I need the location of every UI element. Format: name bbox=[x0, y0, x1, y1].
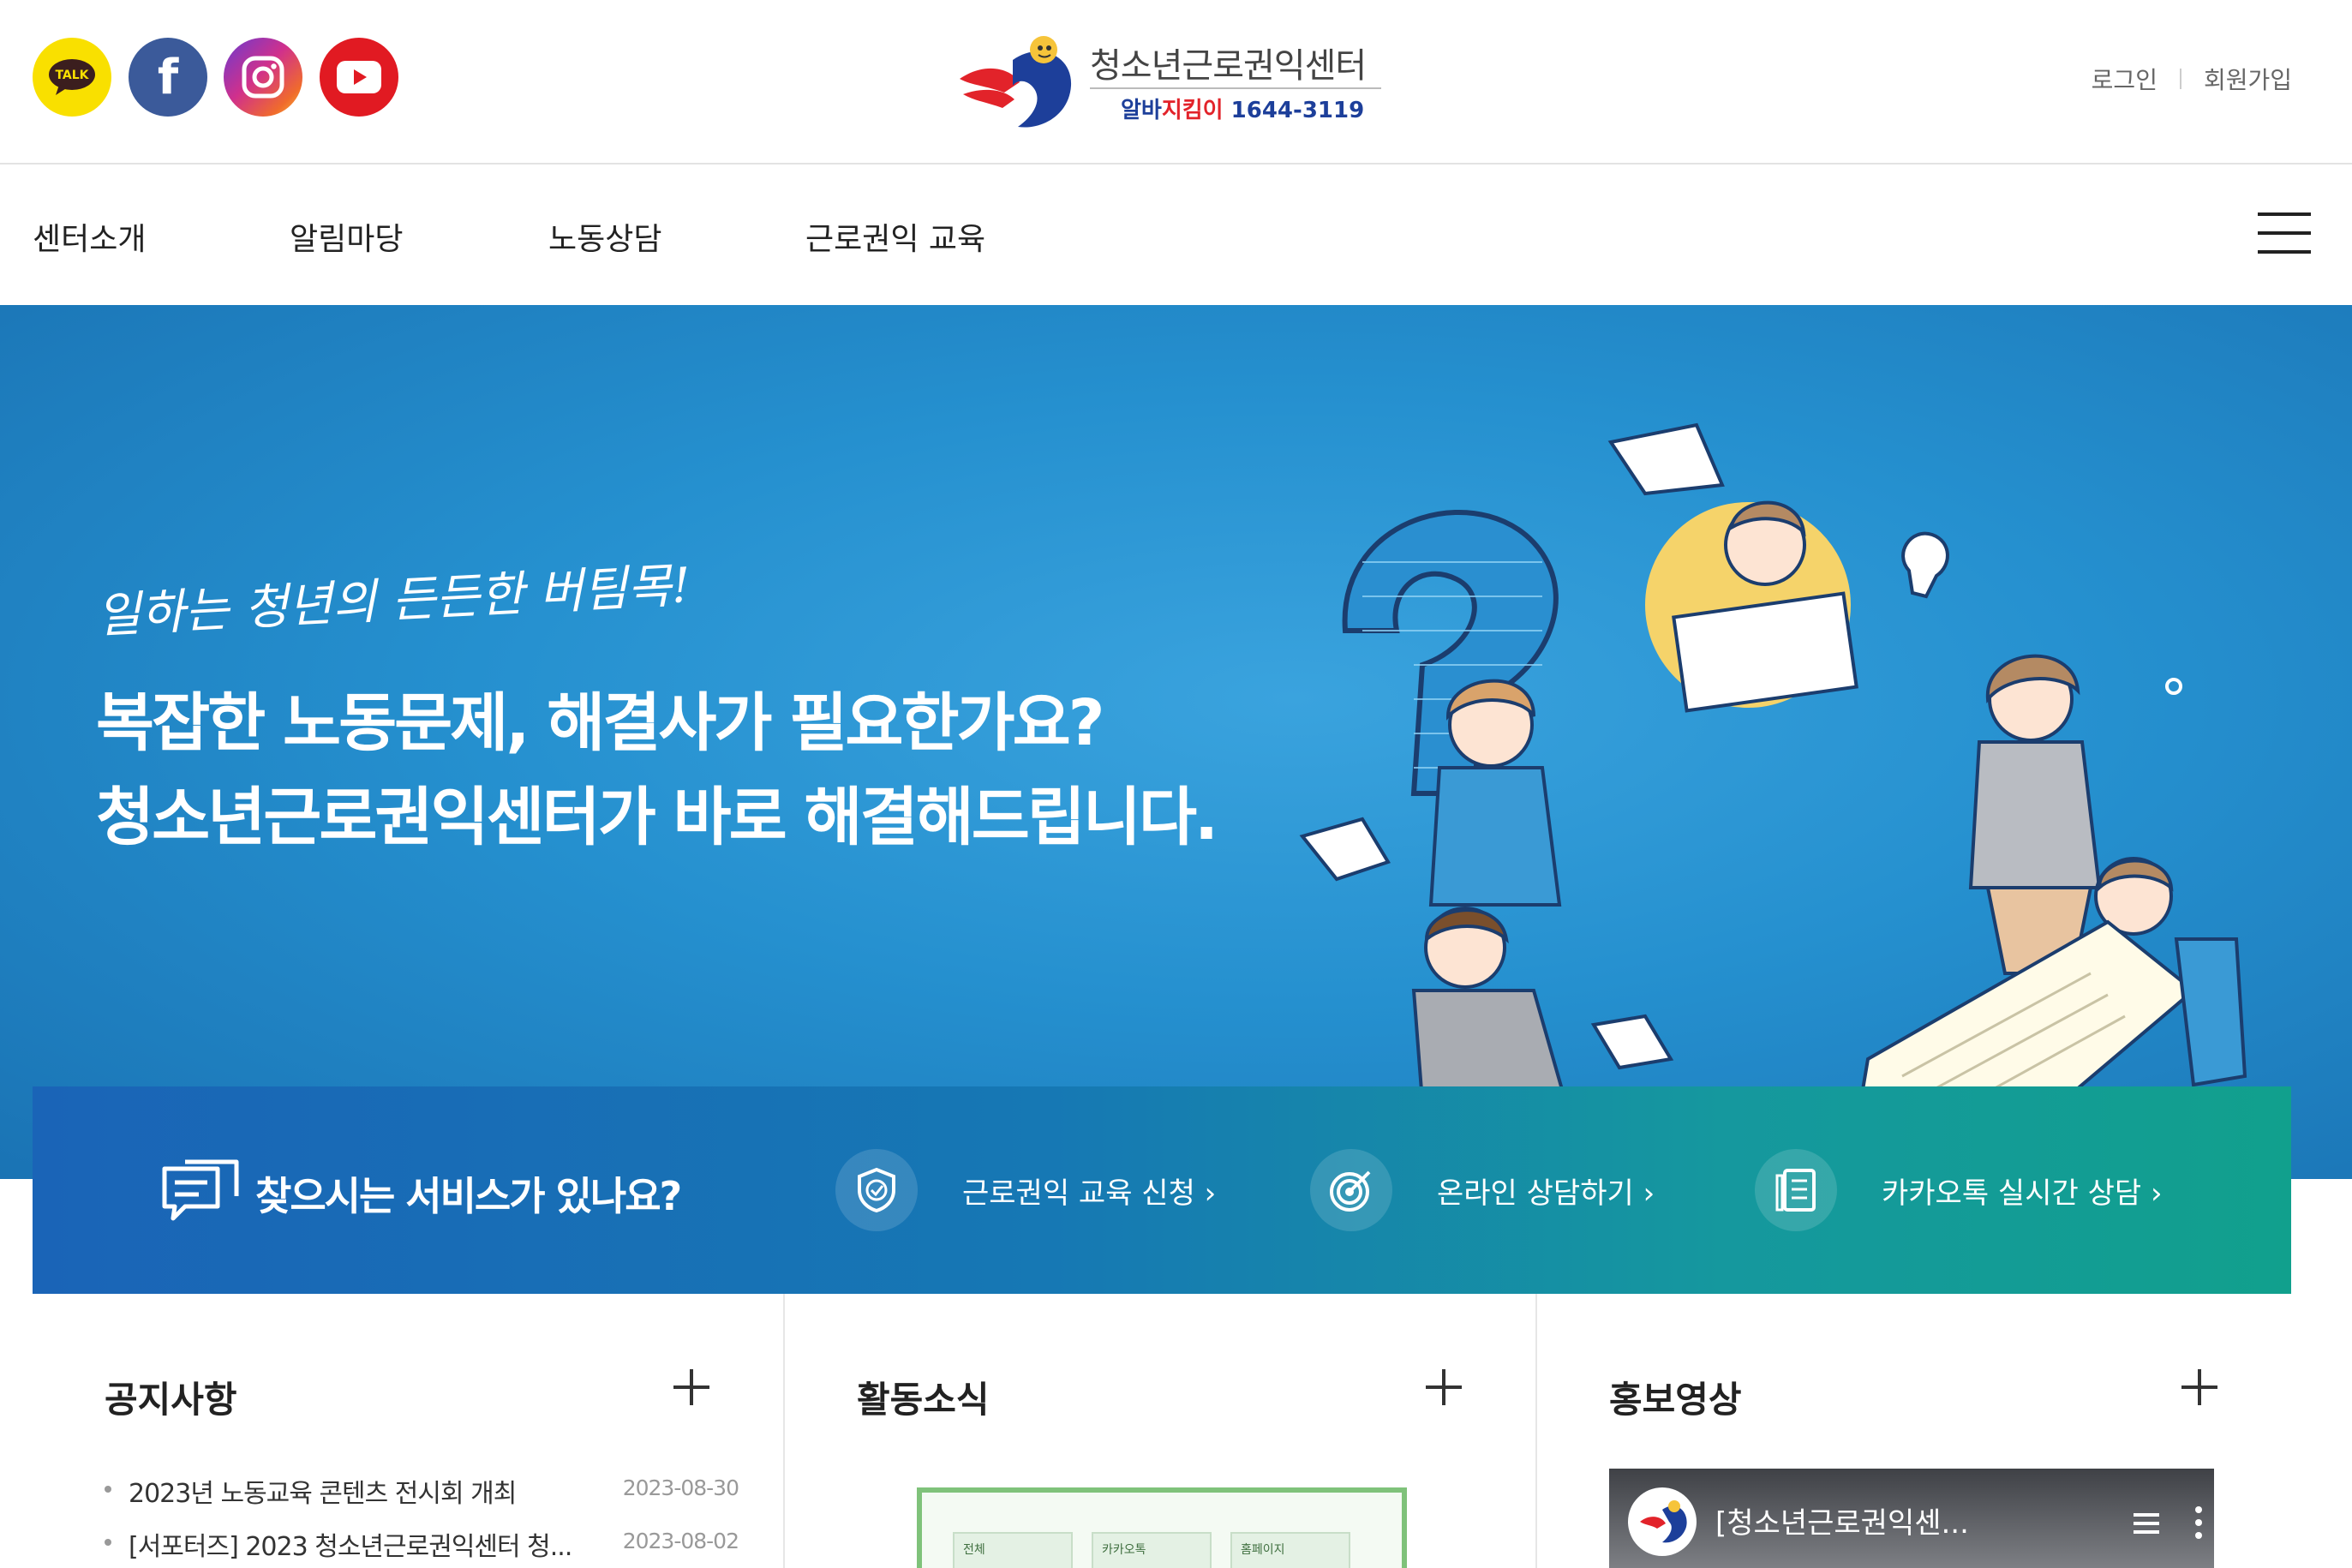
thumbnail-tab: 전체 bbox=[953, 1532, 1073, 1568]
promo-panel-title: 홍보영상 bbox=[1609, 1379, 1742, 1421]
hero-headline-line2: 청소년근로권익센터가 바로 해결해드립니다. bbox=[96, 781, 1218, 854]
kakao-live-consult-link[interactable]: 카카오톡 실시간 상담 › bbox=[1755, 1145, 2163, 1236]
auth-separator bbox=[2179, 69, 2181, 89]
instagram-icon[interactable] bbox=[224, 38, 302, 117]
bullet-icon bbox=[105, 1486, 111, 1493]
promo-more-plus-icon[interactable] bbox=[2181, 1369, 2217, 1405]
notice-item-date: 2023-08-02 bbox=[622, 1529, 739, 1553]
hero-tagline: 일하는 청년의 든든한 버팀목! bbox=[95, 557, 692, 645]
main-nav: 센터소개 알림마당 노동상담 근로권익 교육 bbox=[0, 165, 2352, 305]
logo-divider bbox=[1090, 87, 1381, 89]
kakao-live-consult-label: 카카오톡 실시간 상담 › bbox=[1882, 1176, 2163, 1211]
activity-more-plus-icon[interactable] bbox=[1426, 1369, 1462, 1405]
logo-mascot-icon bbox=[960, 36, 1072, 128]
content-panels: 공지사항 2023년 노동교육 콘텐츠 전시회 개최 2023-08-30 [서… bbox=[33, 1294, 2291, 1568]
logo-title: 청소년근로권익센터 bbox=[1090, 46, 1367, 86]
online-consult-link[interactable]: 온라인 상담하기 › bbox=[1310, 1145, 1655, 1236]
nav-item-notice-board[interactable]: 알림마당 bbox=[290, 214, 403, 259]
notice-panel-title: 공지사항 bbox=[105, 1379, 237, 1421]
site-header: TALK f 청소년근로권익센터 알바지킴이 1644-3119 로그인 회원가… bbox=[0, 0, 2352, 165]
nav-item-center-intro[interactable]: 센터소개 bbox=[33, 214, 146, 259]
logo-hotline: 알바지킴이 1644-3119 bbox=[1121, 98, 1365, 123]
nav-item-labor-consulting[interactable]: 노동상담 bbox=[548, 214, 661, 259]
education-apply-link[interactable]: 근로권익 교육 신청 › bbox=[835, 1145, 1216, 1236]
notice-item-title[interactable]: [서포터즈] 2023 청소년근로권익센터 청... bbox=[129, 1525, 572, 1563]
notice-panel: 공지사항 2023년 노동교육 콘텐츠 전시회 개최 2023-08-30 [서… bbox=[33, 1294, 785, 1568]
thumbnail-tab: 카카오톡 bbox=[1092, 1532, 1212, 1568]
list-item[interactable]: [서포터즈] 2023 청소년근로권익센터 청... 2023-08-02 bbox=[105, 1525, 739, 1562]
hamburger-menu-icon[interactable] bbox=[2258, 212, 2311, 254]
facebook-icon[interactable]: f bbox=[129, 38, 207, 117]
youtube-icon[interactable] bbox=[320, 38, 398, 117]
service-shortcut-bar: 찾으시는 서비스가 있나요? 근로권익 교육 신청 › 온라인 상담하기 › 카… bbox=[33, 1086, 2291, 1294]
svg-text:TALK: TALK bbox=[55, 69, 89, 82]
video-title: [청소년근로권익센... bbox=[1715, 1506, 1969, 1541]
activity-panel-title: 활동소식 bbox=[857, 1379, 990, 1421]
hero-illustration bbox=[1299, 422, 2247, 1179]
notice-item-date: 2023-08-30 bbox=[622, 1475, 739, 1500]
hero-headline-line1: 복잡한 노동문제, 해결사가 필요한가요? bbox=[96, 686, 1105, 760]
promo-video-thumbnail[interactable]: [청소년근로권익센... bbox=[1609, 1469, 2214, 1568]
bullet-icon bbox=[105, 1539, 111, 1546]
notice-more-plus-icon[interactable] bbox=[673, 1369, 709, 1405]
target-icon bbox=[1310, 1149, 1392, 1231]
notice-item-title[interactable]: 2023년 노동교육 콘텐츠 전시회 개최 bbox=[129, 1472, 517, 1510]
shield-check-icon bbox=[835, 1149, 918, 1231]
activity-news-panel: 활동소식 전체 카카오톡 홈페이지 bbox=[785, 1294, 1537, 1568]
list-item[interactable]: 2023년 노동교육 콘텐츠 전시회 개최 2023-08-30 bbox=[105, 1472, 739, 1509]
activity-news-thumbnail[interactable]: 전체 카카오톡 홈페이지 bbox=[917, 1487, 1407, 1568]
more-options-icon[interactable] bbox=[2195, 1506, 2204, 1541]
online-consult-label: 온라인 상담하기 › bbox=[1437, 1176, 1655, 1211]
thumbnail-tab: 홈페이지 bbox=[1230, 1532, 1350, 1568]
site-logo[interactable]: 청소년근로권익센터 알바지킴이 1644-3119 bbox=[953, 26, 1398, 137]
nav-item-labor-rights-education[interactable]: 근로권익 교육 bbox=[805, 214, 985, 259]
service-question: 찾으시는 서비스가 있나요? bbox=[255, 1173, 682, 1219]
channel-avatar bbox=[1628, 1487, 1697, 1556]
playlist-icon[interactable] bbox=[2134, 1513, 2159, 1535]
promo-video-panel: 홍보영상 [청소년근로권익센... bbox=[1537, 1294, 2291, 1568]
auth-links: 로그인 회원가입 bbox=[2092, 62, 2292, 96]
kakao-talk-icon[interactable]: TALK bbox=[33, 38, 111, 117]
chat-bubble-icon bbox=[162, 1159, 239, 1221]
education-apply-label: 근로권익 교육 신청 › bbox=[962, 1176, 1217, 1211]
signup-link[interactable]: 회원가입 bbox=[2204, 62, 2292, 96]
login-link[interactable]: 로그인 bbox=[2092, 62, 2157, 96]
document-list-icon bbox=[1755, 1149, 1837, 1231]
hero-banner: 일하는 청년의 든든한 버팀목! 복잡한 노동문제, 해결사가 필요한가요? 청… bbox=[0, 305, 2352, 1179]
